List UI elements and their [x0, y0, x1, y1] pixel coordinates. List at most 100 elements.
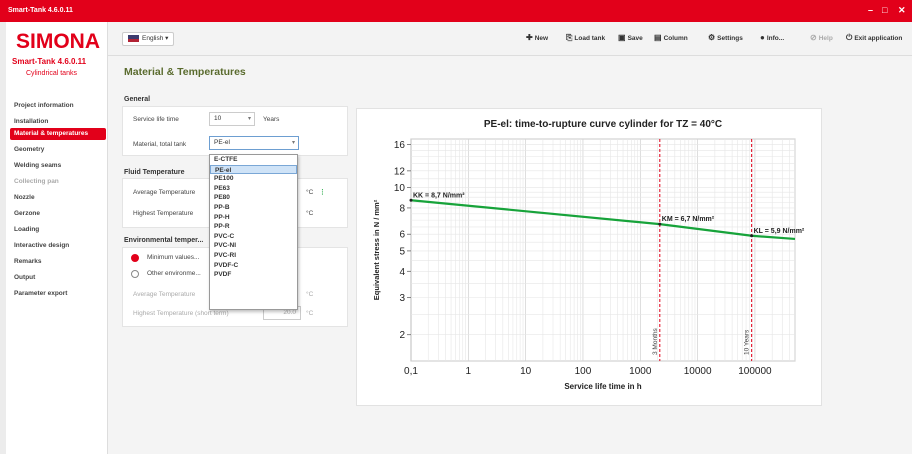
material-value: PE-el: [214, 139, 230, 146]
help-icon: ⊘: [810, 33, 817, 42]
us-flag-icon: [128, 34, 139, 42]
other-environment-radio[interactable]: [131, 270, 139, 278]
simona-logo: SIMONA: [16, 30, 100, 53]
chevron-down-icon: ▾: [291, 140, 295, 146]
spinner-icon[interactable]: ▾: [248, 113, 251, 125]
page-title: Material & Temperatures: [124, 66, 246, 78]
annotation-label: KM = 6,7 N/mm²: [662, 216, 715, 223]
minimum-values-radio[interactable]: [131, 254, 139, 262]
app-subtitle: Cylindrical tanks: [26, 70, 77, 77]
y-tick-label: 16: [394, 140, 406, 151]
gear-icon: ⚙: [708, 33, 716, 42]
window-titlebar: Smart-Tank 4.6.0.11 – □ ✕: [0, 0, 912, 22]
open-tank-icon: ⎘: [566, 33, 573, 42]
material-option-pvc-ni[interactable]: PVC-NI: [210, 241, 297, 251]
material-option-pe100[interactable]: PE100: [210, 174, 297, 184]
chart-panel: 0,1 1 10 100 1000 10000 100000 2 3 4 5 6 8 10 12 16 3 Mo…: [356, 108, 822, 406]
y-tick-label: 4: [399, 267, 405, 278]
y-tick-label: 6: [399, 230, 405, 241]
general-panel: Service life time 10 ▾ Years Material, t…: [122, 106, 348, 156]
maximize-icon[interactable]: □: [882, 5, 887, 15]
fluid-temperature-heading: Fluid Temperature: [124, 169, 185, 176]
service-life-value: 10: [214, 115, 222, 122]
language-select[interactable]: English ▾: [122, 32, 175, 46]
env-highest-value: 20.0: [283, 309, 296, 316]
sidebar-item-output[interactable]: Output: [10, 272, 106, 284]
power-icon: ⏻: [846, 33, 853, 42]
settings-button[interactable]: ⚙ Settings: [708, 33, 743, 42]
sidebar-item-material-temperatures[interactable]: Material & temperatures: [10, 128, 106, 140]
exit-application-button[interactable]: ⏻ Exit application: [846, 33, 902, 43]
sidebar-item-collecting-pan: Collecting pan: [14, 178, 59, 185]
toolbar-button-label: Help: [818, 35, 833, 42]
sidebar-item-loading[interactable]: Loading: [10, 224, 106, 236]
sidebar-item-project-information[interactable]: Project information: [10, 100, 106, 112]
sidebar-item-interactive-design[interactable]: Interactive design: [10, 240, 106, 252]
x-tick-label: 10000: [684, 366, 712, 377]
material-option-e-ctfe[interactable]: E-CTFE: [210, 155, 297, 165]
material-select[interactable]: PE-el ▾: [209, 136, 299, 150]
toolbar-button-label: Exit application: [854, 35, 903, 42]
x-tick-label: 1000: [629, 366, 652, 377]
toolbar-button-label: Load tank: [574, 35, 606, 42]
sidebar-item-geometry[interactable]: Geometry: [10, 144, 106, 156]
x-tick-label: 0,1: [404, 366, 418, 377]
material-option-pp-h[interactable]: PP-H: [210, 213, 297, 223]
env-average-unit: °C: [306, 291, 314, 298]
sidebar-item-remarks[interactable]: Remarks: [10, 256, 106, 268]
load-tank-button[interactable]: ⎘ Load tank: [566, 33, 605, 43]
environmental-heading: Environmental temper...: [124, 237, 204, 244]
material-option-pvdf[interactable]: PVDF: [210, 270, 297, 280]
save-icon: ▣: [618, 33, 626, 42]
general-heading: General: [124, 96, 151, 103]
y-axis-label: Equivalent stress in N / mm²: [372, 199, 381, 300]
y-tick-label: 2: [399, 330, 405, 341]
edit-icon[interactable]: ⁝: [321, 187, 324, 198]
material-option-pp-r[interactable]: PP-R: [210, 222, 297, 232]
minimum-values-label: Minimum values...: [147, 254, 200, 261]
x-axis-label: Service life time in h: [564, 382, 641, 391]
sidebar-item-welding-seams[interactable]: Welding seams: [10, 160, 106, 172]
save-button[interactable]: ▣ Save: [618, 33, 643, 42]
env-highest-label: Highest Temperature (short term): [133, 310, 229, 317]
material-option-pp-b[interactable]: PP-B: [210, 203, 297, 213]
material-option-pvc-c[interactable]: PVC-C: [210, 232, 297, 242]
column-button[interactable]: ▤ Column: [654, 33, 688, 42]
toolbar: English ▾ ✚ New ⎘ Load tank ▣ Save ▤ Column ⚙ Set…: [108, 22, 912, 56]
time-to-rupture-chart: 0,1 1 10 100 1000 10000 100000 2 3 4 5 6 8 10 12 16 3 Mo…: [372, 119, 805, 391]
annotation-label: KL = 5,9 N/mm²: [754, 228, 805, 235]
env-average-label: Average Temperature: [133, 291, 196, 298]
toolbar-button-label: New: [534, 35, 549, 42]
minimize-icon[interactable]: –: [868, 5, 873, 15]
sidebar-item-parameter-export[interactable]: Parameter export: [10, 288, 106, 300]
material-option-pvc-ri[interactable]: PVC-RI: [210, 251, 297, 261]
material-option-pvdf-c[interactable]: PVDF-C: [210, 261, 297, 271]
env-highest-unit: °C: [306, 310, 314, 317]
sidebar: SIMONA Smart-Tank 4.6.0.11 Cylindrical t…: [6, 22, 108, 454]
x-tick-label: 100000: [738, 366, 772, 377]
language-label: English: [142, 35, 164, 42]
fluid-average-unit: °C: [306, 189, 314, 196]
help-button[interactable]: ⊘ Help: [810, 33, 833, 42]
x-tick-label: 100: [575, 366, 592, 377]
info-button[interactable]: ● Info...: [760, 33, 784, 42]
toolbar-button-label: Settings: [717, 35, 743, 42]
chevron-down-icon: ▾: [165, 35, 169, 42]
service-life-label: Service life time: [133, 116, 179, 123]
fluid-highest-unit: °C: [306, 210, 314, 217]
sidebar-item-installation[interactable]: Installation: [10, 116, 106, 128]
sidebar-item-nozzle[interactable]: Nozzle: [10, 192, 106, 204]
material-dropdown-list[interactable]: E-CTFE PE-el PE100 PE63 PE80 PP-B PP-H PP-R PVC-…: [209, 154, 298, 310]
new-button[interactable]: ✚ New: [526, 33, 548, 42]
toolbar-button-label: Column: [663, 35, 688, 42]
close-icon[interactable]: ✕: [898, 5, 906, 16]
y-tick-label: 12: [394, 166, 406, 177]
material-option-pe63[interactable]: PE63: [210, 184, 297, 194]
material-option-pe-el[interactable]: PE-el: [210, 164, 297, 175]
y-tick-label: 5: [399, 246, 405, 257]
sidebar-item-gerzone[interactable]: Gerzone: [10, 208, 106, 220]
x-tick-label: 10: [520, 366, 532, 377]
service-life-field[interactable]: 10 ▾: [209, 112, 255, 126]
material-option-pe80[interactable]: PE80: [210, 193, 297, 203]
app-name: Smart-Tank 4.6.0.11: [12, 57, 87, 66]
